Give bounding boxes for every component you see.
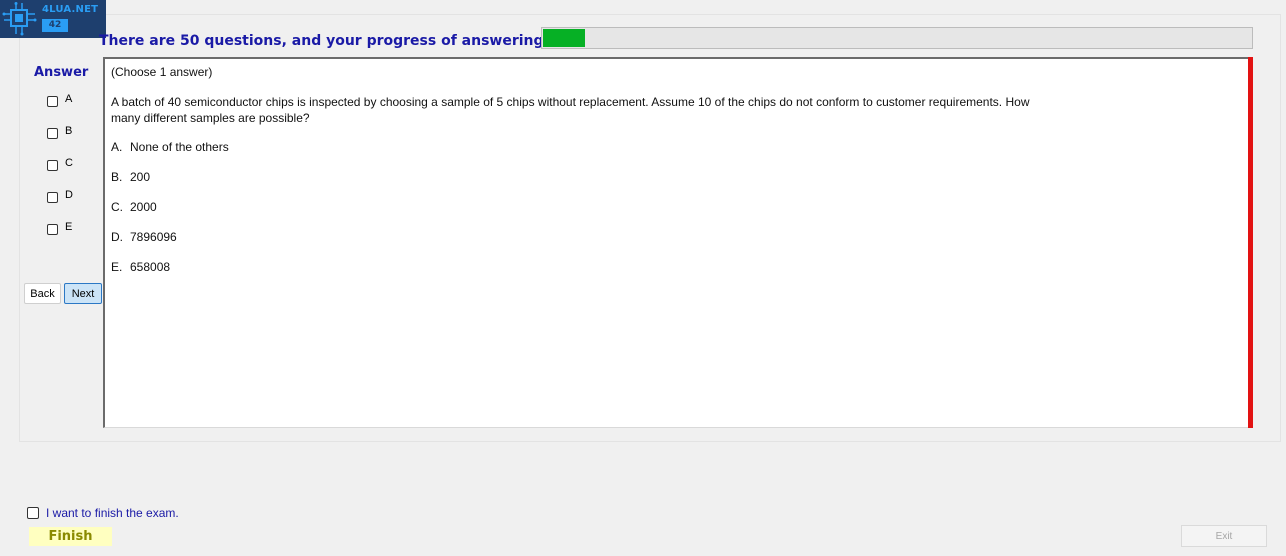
site-logo: 4LUA.NET 42 [0,0,106,38]
answer-checkbox-d[interactable] [47,191,58,203]
finish-confirm-checkbox[interactable] [27,507,39,519]
choice-letter: D. [111,230,123,244]
choice-text: 658008 [130,260,171,274]
answer-heading: Answer [34,65,89,80]
scroll-marker [1248,57,1253,428]
finish-confirm-checkbox-row[interactable]: I want to finish the exam. [27,506,179,520]
choice-item: C. 2000 [111,200,157,214]
answer-option-b[interactable]: B [47,125,73,140]
answer-option-label: E [65,221,73,233]
answer-option-c[interactable]: C [47,157,73,172]
answer-option-label: A [65,93,73,105]
choice-item: B. 200 [111,170,150,184]
answer-option-a[interactable]: A [47,93,73,108]
next-button[interactable]: Next [64,283,102,304]
progress-bar [541,27,1253,49]
answer-checkbox-c[interactable] [47,159,58,171]
logo-title: 4LUA.NET [42,4,99,15]
question-stem: A batch of 40 semiconductor chips is ins… [111,95,1030,125]
exam-window: 4LUA.NET 42 There are 50 questions, and … [0,0,1286,556]
choice-letter: A. [111,140,123,154]
choice-letter: B. [111,170,123,184]
question-instruction: (Choose 1 answer) [111,65,213,79]
choice-text: None of the others [130,140,229,154]
answer-option-e[interactable]: E [47,221,73,236]
choice-letter: E. [111,260,123,274]
answer-option-label: D [65,189,73,201]
answer-option-label: C [65,157,73,169]
answer-option-label: B [65,125,73,137]
progress-label: There are 50 questions, and your progres… [99,33,562,49]
answer-checkbox-a[interactable] [47,95,58,107]
answer-option-d[interactable]: D [47,189,73,204]
answer-checkbox-b[interactable] [47,127,58,139]
finish-button[interactable]: Finish [29,527,112,546]
finish-confirm-label: I want to finish the exam. [46,506,179,520]
choice-text: 7896096 [130,230,177,244]
back-button[interactable]: Back [24,283,61,304]
logo-subtitle: 42 [42,19,68,32]
choice-text: 200 [130,170,151,184]
choice-item: E. 658008 [111,260,170,274]
choice-item: D. 7896096 [111,230,177,244]
exit-button[interactable]: Exit [1181,525,1267,547]
choice-text: 2000 [130,200,157,214]
choice-letter: C. [111,200,123,214]
progress-bar-fill [543,29,585,47]
choice-item: A. None of the others [111,140,229,154]
circuit-logo-icon [2,2,37,36]
answer-checkbox-e[interactable] [47,223,58,235]
